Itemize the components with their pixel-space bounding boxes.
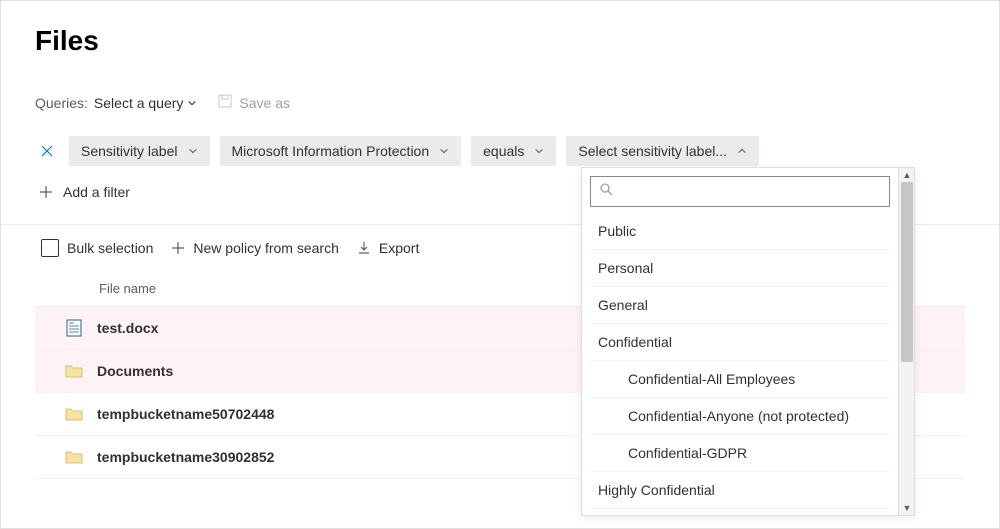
- chevron-up-icon: [737, 143, 747, 159]
- scrollbar[interactable]: ▲ ▼: [898, 168, 914, 515]
- new-policy-button[interactable]: New policy from search: [171, 240, 339, 256]
- filter-row: Sensitivity label Microsoft Information …: [35, 136, 965, 166]
- chevron-down-icon: [439, 143, 449, 159]
- queries-row: Queries: Select a query Save as: [35, 93, 965, 112]
- filter-subfield-label: Microsoft Information Protection: [232, 143, 430, 159]
- remove-filter-button[interactable]: [35, 139, 59, 163]
- folder-icon: [65, 362, 83, 380]
- dropdown-search-box[interactable]: [590, 176, 890, 207]
- chevron-down-icon: [188, 143, 198, 159]
- queries-select-label: Select a query: [94, 95, 184, 111]
- page-title: Files: [35, 25, 965, 57]
- export-label: Export: [379, 240, 419, 256]
- dropdown-option-list: PublicPersonalGeneralConfidentialConfide…: [590, 213, 890, 515]
- scrollbar-down-arrow[interactable]: ▼: [899, 501, 915, 515]
- save-icon: [217, 93, 233, 112]
- checkbox[interactable]: [41, 239, 59, 257]
- filter-field-label: Sensitivity label: [81, 143, 178, 159]
- dropdown-option-cutoff: Highly Confidential-All Employees: [590, 509, 890, 515]
- filter-field-pill[interactable]: Sensitivity label: [69, 136, 210, 166]
- dropdown-search-input[interactable]: [619, 184, 881, 200]
- dropdown-option[interactable]: Confidential-GDPR: [590, 435, 890, 472]
- dropdown-option[interactable]: Confidential: [590, 324, 890, 361]
- save-as-label: Save as: [239, 95, 290, 111]
- file-name: test.docx: [97, 320, 158, 336]
- dropdown-option[interactable]: General: [590, 287, 890, 324]
- document-icon: [65, 319, 83, 337]
- filter-value-pill[interactable]: Select sensitivity label...: [566, 136, 759, 166]
- filter-subfield-pill[interactable]: Microsoft Information Protection: [220, 136, 462, 166]
- scrollbar-thumb[interactable]: [901, 182, 913, 362]
- export-button[interactable]: Export: [357, 240, 419, 256]
- add-filter-label: Add a filter: [63, 184, 130, 200]
- dropdown-option[interactable]: Confidential-Anyone (not protected): [590, 398, 890, 435]
- column-header-filename[interactable]: File name: [99, 281, 156, 296]
- folder-icon: [65, 448, 83, 466]
- file-name: Documents: [97, 363, 173, 379]
- folder-icon: [65, 405, 83, 423]
- dropdown-option[interactable]: Highly Confidential: [590, 472, 890, 509]
- download-icon: [357, 241, 371, 255]
- bulk-selection-toggle[interactable]: Bulk selection: [41, 239, 153, 257]
- plus-icon: [39, 185, 53, 199]
- filter-operator-pill[interactable]: equals: [471, 136, 556, 166]
- filter-operator-label: equals: [483, 143, 524, 159]
- scrollbar-up-arrow[interactable]: ▲: [899, 168, 915, 182]
- search-icon: [599, 182, 613, 201]
- new-policy-label: New policy from search: [193, 240, 339, 256]
- queries-label: Queries:: [35, 95, 88, 111]
- chevron-down-icon: [187, 98, 197, 108]
- save-as-button[interactable]: Save as: [217, 93, 290, 112]
- dropdown-option[interactable]: Confidential-All Employees: [590, 361, 890, 398]
- file-name: tempbucketname30902852: [97, 449, 274, 465]
- dropdown-option[interactable]: Personal: [590, 250, 890, 287]
- queries-select[interactable]: Select a query: [94, 95, 198, 111]
- dropdown-option[interactable]: Public: [590, 213, 890, 250]
- chevron-down-icon: [534, 143, 544, 159]
- file-name: tempbucketname50702448: [97, 406, 274, 422]
- plus-icon: [171, 241, 185, 255]
- bulk-selection-label: Bulk selection: [67, 240, 153, 256]
- filter-value-label: Select sensitivity label...: [578, 143, 727, 159]
- sensitivity-label-dropdown: PublicPersonalGeneralConfidentialConfide…: [581, 167, 915, 516]
